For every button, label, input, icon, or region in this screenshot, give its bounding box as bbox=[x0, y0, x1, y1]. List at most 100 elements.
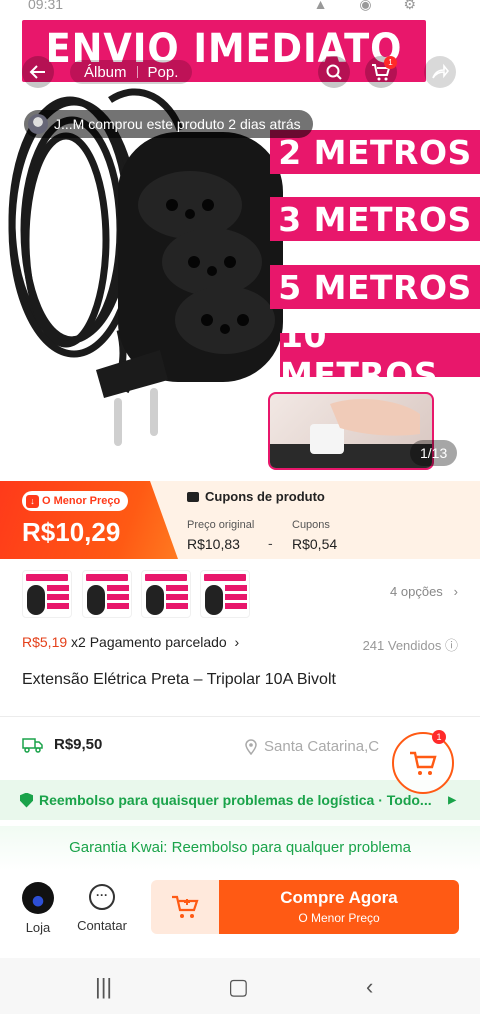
location-pin-icon bbox=[245, 738, 257, 755]
installment-text: x2 Pagamento parcelado bbox=[71, 634, 227, 650]
minus-sign: - bbox=[268, 535, 273, 551]
product-image-gallery[interactable]: 09:31 ▲ ◉ ⚙ ENVIO IMEDIATO 2 METROS 3 ME… bbox=[0, 0, 480, 480]
shipping-info[interactable]: R$9,50 bbox=[22, 736, 102, 753]
chat-bubble-icon: ··· bbox=[89, 884, 115, 910]
variant-banner bbox=[145, 574, 187, 581]
current-price: R$10,29 bbox=[22, 517, 121, 547]
cart-button[interactable]: 1 bbox=[365, 56, 397, 88]
store-avatar bbox=[22, 882, 54, 914]
variant-stripe bbox=[166, 603, 188, 609]
variant-stripe bbox=[47, 603, 69, 609]
usage-photo-inset bbox=[268, 392, 434, 470]
help-icon[interactable]: ⓘ bbox=[445, 638, 458, 653]
store-label: Loja bbox=[25, 920, 51, 935]
share-arrow-icon bbox=[432, 63, 449, 79]
contact-label: Contatar bbox=[77, 918, 127, 933]
variant-thumb[interactable] bbox=[82, 570, 132, 618]
variant-stripe bbox=[225, 603, 247, 609]
floating-cart-button[interactable]: 1 bbox=[392, 730, 454, 794]
variant-selector[interactable]: 4 opções › bbox=[0, 560, 480, 624]
search-button[interactable] bbox=[318, 56, 350, 88]
triangle-right-icon: ▶ bbox=[448, 794, 456, 806]
floating-cart-badge: 1 bbox=[432, 730, 446, 744]
variant-stripe bbox=[107, 594, 129, 600]
recent-buyer-notice: J...M comprou este produto 2 dias atrás bbox=[24, 110, 313, 138]
length-5m: 5 METROS bbox=[270, 265, 480, 309]
variant-stripe bbox=[107, 585, 129, 591]
shield-check-icon bbox=[20, 792, 33, 808]
variant-stripe bbox=[225, 585, 247, 591]
add-to-cart-button[interactable] bbox=[151, 880, 219, 934]
tab-pop[interactable]: Pop. bbox=[148, 64, 179, 81]
coupon-value: R$0,54 bbox=[292, 536, 338, 552]
variant-banner bbox=[26, 574, 68, 581]
search-icon bbox=[326, 64, 342, 80]
product-title: Extensão Elétrica Preta – Tripolar 10A B… bbox=[22, 671, 336, 688]
image-counter: 1/13 bbox=[410, 440, 458, 466]
buy-now-sublabel: O Menor Preço bbox=[298, 911, 380, 925]
variant-stripe bbox=[166, 594, 188, 600]
gallery-tabs: Álbum Pop. bbox=[70, 60, 193, 84]
home-icon[interactable]: ▢ bbox=[228, 974, 249, 1000]
variant-product bbox=[27, 585, 45, 615]
variant-thumb[interactable] bbox=[200, 570, 250, 618]
buy-now-label: Compre Agora bbox=[280, 888, 398, 907]
system-navigation-bar: ||| ▢ ‹ bbox=[0, 958, 480, 1014]
original-price-value: R$10,83 bbox=[187, 536, 240, 552]
down-arrow-icon: ↓ bbox=[26, 494, 39, 508]
installment-amount: R$5,19 bbox=[22, 634, 68, 650]
variant-product bbox=[87, 585, 105, 615]
refund-text: Reembolso para quaisquer problemas de lo… bbox=[39, 792, 432, 808]
buyer-avatar bbox=[28, 114, 48, 134]
installment-plan[interactable]: R$5,19 x2 Pagamento parcelado › bbox=[22, 634, 239, 650]
store-button[interactable]: Loja bbox=[20, 882, 56, 935]
coupons-title-text: Cupons de produto bbox=[205, 489, 325, 504]
price-section: ↓ O Menor Preço R$10,29 Cupons de produt… bbox=[0, 481, 480, 559]
length-3m: 3 METROS bbox=[270, 197, 480, 241]
lowest-price-text: O Menor Preço bbox=[42, 495, 121, 507]
variant-thumb[interactable] bbox=[141, 570, 191, 618]
buy-now-button[interactable]: Compre Agora O Menor Preço bbox=[219, 880, 459, 934]
coupon-icon bbox=[187, 491, 199, 502]
truck-icon bbox=[22, 737, 43, 753]
arrow-left-icon bbox=[29, 65, 45, 79]
contact-button[interactable]: ··· Contatar bbox=[74, 882, 130, 933]
kwai-guarantee: Garantia Kwai: Reembolso para qualquer p… bbox=[0, 826, 480, 870]
coupons-title[interactable]: Cupons de produto bbox=[187, 489, 325, 504]
bottom-action-bar: Loja ··· Contatar Compre Agora O Menor P… bbox=[0, 870, 480, 958]
variant-stripe bbox=[225, 594, 247, 600]
variant-stripe bbox=[47, 594, 69, 600]
tab-separator bbox=[136, 66, 138, 78]
variant-count: 4 opções bbox=[390, 584, 443, 599]
cart-badge: 1 bbox=[384, 56, 397, 69]
variant-thumb[interactable] bbox=[22, 570, 72, 618]
original-price-label: Preço original bbox=[187, 519, 255, 531]
back-button[interactable] bbox=[22, 56, 54, 88]
share-button[interactable] bbox=[424, 56, 456, 88]
chevron-right-icon: › bbox=[230, 634, 240, 650]
status-time: 09:31 bbox=[28, 0, 64, 12]
sold-count-text: 241 Vendidos bbox=[362, 638, 442, 653]
status-icons: ▲ ◉ ⚙ bbox=[313, 0, 430, 12]
coupon-label: Cupons bbox=[292, 519, 330, 531]
cart-icon bbox=[410, 751, 437, 775]
divider bbox=[0, 716, 480, 717]
variant-stripe bbox=[166, 585, 188, 591]
buyer-notice-text: J...M comprou este produto 2 dias atrás bbox=[54, 116, 301, 132]
tab-album[interactable]: Álbum bbox=[84, 64, 127, 81]
back-nav-icon[interactable]: ‹ bbox=[366, 974, 373, 1000]
variant-banner bbox=[86, 574, 128, 581]
location-text: Santa Catarina,C bbox=[264, 738, 380, 755]
variant-product bbox=[146, 585, 164, 615]
variant-options[interactable]: 4 opções › bbox=[390, 584, 458, 599]
shipping-price: R$9,50 bbox=[54, 736, 103, 753]
cart-plus-icon bbox=[172, 895, 199, 918]
recent-apps-icon[interactable]: ||| bbox=[95, 974, 112, 1000]
variant-stripe bbox=[107, 603, 129, 609]
variant-banner bbox=[204, 574, 246, 581]
length-10m: 10 METROS bbox=[280, 316, 480, 394]
sold-count: 241 Vendidos ⓘ bbox=[363, 635, 458, 654]
lowest-price-badge: ↓ O Menor Preço bbox=[22, 491, 129, 511]
variant-product bbox=[205, 585, 223, 615]
ship-from-location: Santa Catarina,C bbox=[244, 738, 379, 755]
